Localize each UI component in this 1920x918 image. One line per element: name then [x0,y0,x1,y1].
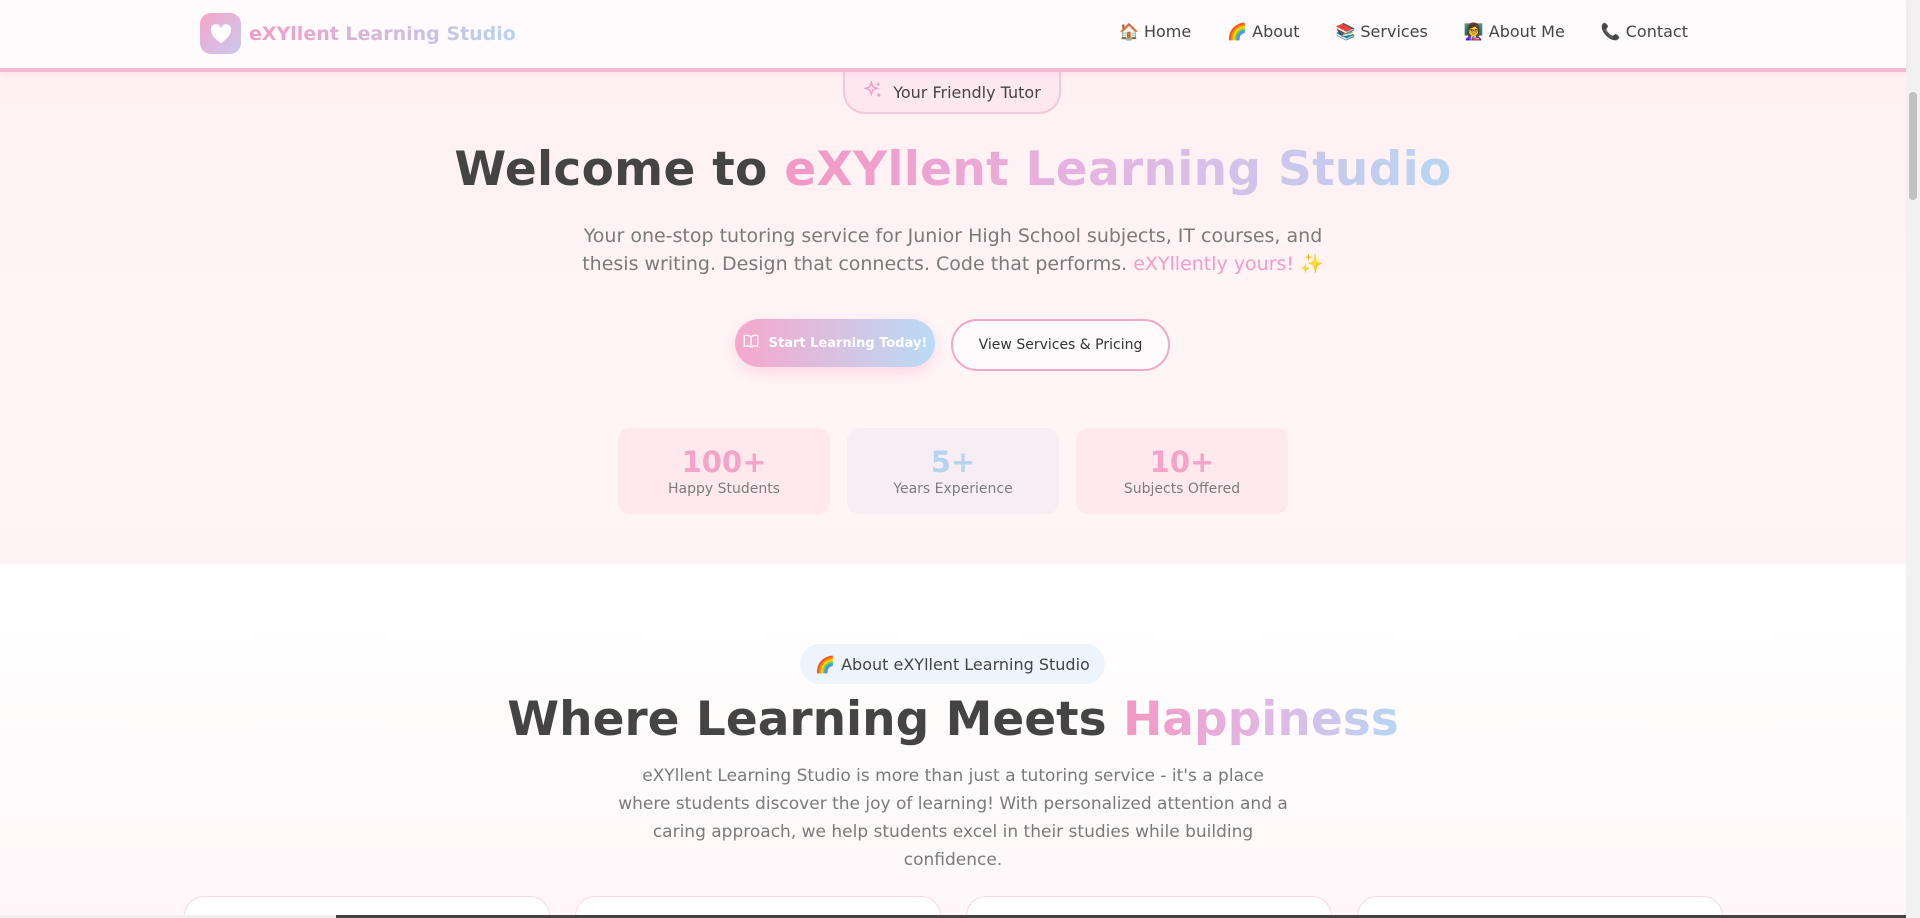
main-nav: 🏠 Home 🌈 About 📚 Services 👩‍🏫 About Me 📞… [1083,22,1688,41]
hero-title-highlight: eXYllent Learning Studio [784,142,1452,197]
stat-label: Years Experience [893,481,1013,497]
phone-icon: 📞 [1600,22,1621,41]
about-pill-label: About eXYllent Learning Studio [841,654,1090,674]
hero-title: Welcome to eXYllent Learning Studio [0,142,1906,197]
stat-value: 5+ [930,445,976,479]
heart-icon [200,13,241,54]
hero-title-prefix: Welcome to [454,142,785,197]
rainbow-icon: 🌈 [1227,22,1248,41]
nav-about-me-label: About Me [1488,22,1565,41]
hero-tag-label: Your Friendly Tutor [893,82,1041,102]
hero-tag: Your Friendly Tutor [843,72,1061,114]
start-learning-button[interactable]: Start Learning Today! [735,319,935,367]
rainbow-icon: 🌈 [815,654,836,674]
nav-about-me[interactable]: 👩‍🏫 About Me [1464,22,1565,41]
navbar: eXYllent Learning Studio 🏠 Home 🌈 About … [0,0,1906,72]
nav-about[interactable]: 🌈 About [1227,22,1299,41]
teacher-icon: 👩‍🏫 [1463,22,1484,41]
stat-label: Happy Students [667,481,781,497]
hero-section: Your Friendly Tutor Welcome to eXYllent … [0,72,1906,564]
brand-name: eXYllent Learning Studio [249,22,516,45]
nav-home-label: Home [1143,22,1192,41]
nav-home[interactable]: 🏠 Home [1119,22,1191,41]
home-icon: 🏠 [1119,22,1139,41]
stat-card: 100+ Happy Students [618,428,830,514]
nav-services[interactable]: 📚 Services [1335,22,1427,41]
about-body: eXYllent Learning Studio is more than ju… [618,766,1288,870]
stat-card: 5+ Years Experience [847,428,1059,514]
about-pill: 🌈 About eXYllent Learning Studio [800,644,1105,684]
nav-services-label: Services [1360,22,1428,41]
hero-subtitle: Your one-stop tutoring service for Junio… [553,222,1353,278]
nav-contact-label: Contact [1625,22,1688,41]
sparkles-icon [863,79,883,105]
about-title-highlight: Happiness [1122,692,1399,747]
scrollbar-thumb[interactable] [1909,92,1917,200]
about-title: Where Learning Meets Happiness [0,692,1906,747]
brand-logo-link[interactable]: eXYllent Learning Studio [200,13,516,54]
stat-card: 10+ Subjects Offered [1076,428,1288,514]
hero-subtitle-highlight: eXYllently yours! [1133,253,1295,275]
sparkle-emoji: ✨ [1300,253,1324,275]
about-title-prefix: Where Learning Meets [507,692,1123,747]
nav-about-label: About [1252,22,1300,41]
start-learning-label: Start Learning Today! [768,335,928,351]
book-icon [743,334,759,352]
books-icon: 📚 [1335,22,1356,41]
view-services-button[interactable]: View Services & Pricing [951,319,1170,371]
about-section: 🌈 About eXYllent Learning Studio Where L… [0,564,1906,918]
vertical-scrollbar[interactable] [1906,0,1920,918]
stat-value: 100+ [681,445,767,479]
stats-row: 100+ Happy Students 5+ Years Experience … [618,428,1288,514]
stat-label: Subjects Offered [1123,481,1241,497]
stat-value: 10+ [1149,445,1215,479]
nav-contact[interactable]: 📞 Contact [1601,22,1688,41]
